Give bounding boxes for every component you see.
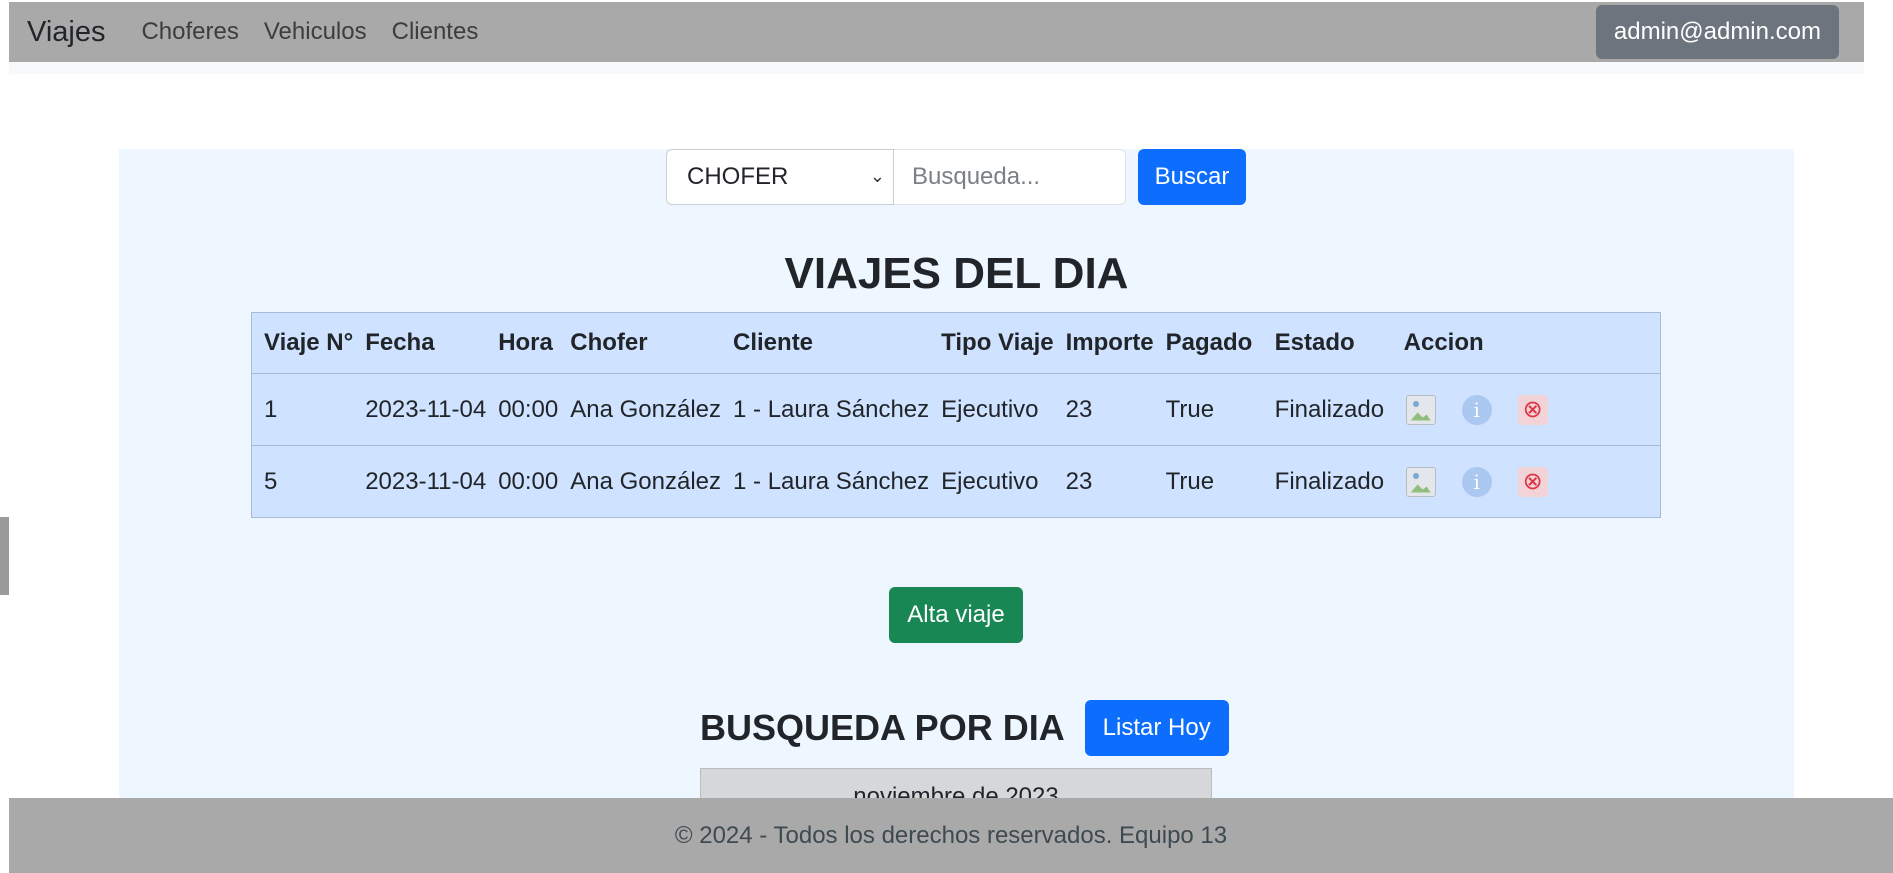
delete-icon[interactable]: ⊗ xyxy=(1517,394,1548,425)
cell-tipo-viaje: Ejecutivo xyxy=(929,445,1054,517)
image-icon[interactable] xyxy=(1405,394,1436,425)
cell-accion: i ⊗ xyxy=(1391,373,1660,446)
nav-link-choferes[interactable]: Choferes xyxy=(141,18,238,46)
cell-importe: 23 xyxy=(1053,373,1154,446)
col-fecha: Fecha xyxy=(365,329,435,356)
cell-accion: i ⊗ xyxy=(1391,445,1660,517)
col-estado: Estado xyxy=(1274,329,1355,356)
navbar: Viajes Choferes Vehiculos Clientes admin… xyxy=(9,2,1864,62)
cell-importe: 23 xyxy=(1053,445,1154,517)
navbar-divider xyxy=(9,62,1864,74)
search-input[interactable] xyxy=(894,149,1126,205)
main-content: CHOFER ⌄ Buscar VIAJES DEL DIA Viaje N° … xyxy=(119,149,1794,828)
cell-fecha: 2023-11-04 xyxy=(353,373,487,446)
cell-pagado: True xyxy=(1153,373,1263,446)
chevron-down-icon: ⌄ xyxy=(869,166,885,186)
user-account-button[interactable]: admin@admin.com xyxy=(1595,5,1839,59)
cell-viaje-num: 5 xyxy=(252,445,354,517)
cell-pagado: True xyxy=(1153,445,1263,517)
cell-estado: Finalizado xyxy=(1262,373,1392,446)
brand-link[interactable]: Viajes xyxy=(27,16,105,49)
side-scroll-handle[interactable] xyxy=(0,517,9,595)
cell-hora: 00:00 xyxy=(486,445,559,517)
add-trip-button[interactable]: Alta viaje xyxy=(889,587,1023,643)
col-viaje-num: Viaje N° xyxy=(264,329,354,356)
search-filter-select[interactable]: CHOFER ⌄ xyxy=(666,149,894,205)
table-header-row: Viaje N° Fecha Hora Chofer Cliente Tipo … xyxy=(252,313,1660,374)
cell-estado: Finalizado xyxy=(1262,445,1392,517)
info-icon[interactable]: i xyxy=(1461,466,1492,497)
nav-link-clientes[interactable]: Clientes xyxy=(392,18,479,46)
table-row: 1 2023-11-04 00:00 Ana González 1 - Laur… xyxy=(252,373,1660,446)
cell-cliente: 1 - Laura Sánchez xyxy=(721,373,930,446)
trips-title: VIAJES DEL DIA xyxy=(784,249,1129,298)
cell-tipo-viaje: Ejecutivo xyxy=(929,373,1054,446)
day-search-title: BUSQUEDA POR DIA xyxy=(700,707,1065,748)
col-hora: Hora xyxy=(498,329,553,356)
footer: © 2024 - Todos los derechos reservados. … xyxy=(9,798,1893,873)
list-today-button[interactable]: Listar Hoy xyxy=(1084,700,1229,756)
image-icon[interactable] xyxy=(1405,466,1436,497)
cell-chofer: Ana González xyxy=(558,445,722,517)
cell-cliente: 1 - Laura Sánchez xyxy=(721,445,930,517)
delete-icon[interactable]: ⊗ xyxy=(1517,466,1548,497)
search-filter-value: CHOFER xyxy=(687,163,789,190)
nav-link-vehiculos[interactable]: Vehiculos xyxy=(264,18,367,46)
trips-table: Viaje N° Fecha Hora Chofer Cliente Tipo … xyxy=(251,312,1661,518)
day-search-header: BUSQUEDA POR DIA Listar Hoy xyxy=(700,700,1229,756)
col-accion: Accion xyxy=(1403,329,1484,356)
col-importe: Importe xyxy=(1065,329,1154,356)
col-cliente: Cliente xyxy=(733,329,814,356)
cell-viaje-num: 1 xyxy=(252,373,354,446)
search-button[interactable]: Buscar xyxy=(1138,149,1246,205)
col-chofer: Chofer xyxy=(570,329,648,356)
info-icon[interactable]: i xyxy=(1461,394,1492,425)
search-bar: CHOFER ⌄ Buscar xyxy=(666,149,1246,205)
cell-chofer: Ana González xyxy=(558,373,722,446)
table-row: 5 2023-11-04 00:00 Ana González 1 - Laur… xyxy=(252,445,1660,517)
col-tipo-viaje: Tipo Viaje xyxy=(941,329,1054,356)
cell-hora: 00:00 xyxy=(486,373,559,446)
col-pagado: Pagado xyxy=(1165,329,1253,356)
cell-fecha: 2023-11-04 xyxy=(353,445,487,517)
